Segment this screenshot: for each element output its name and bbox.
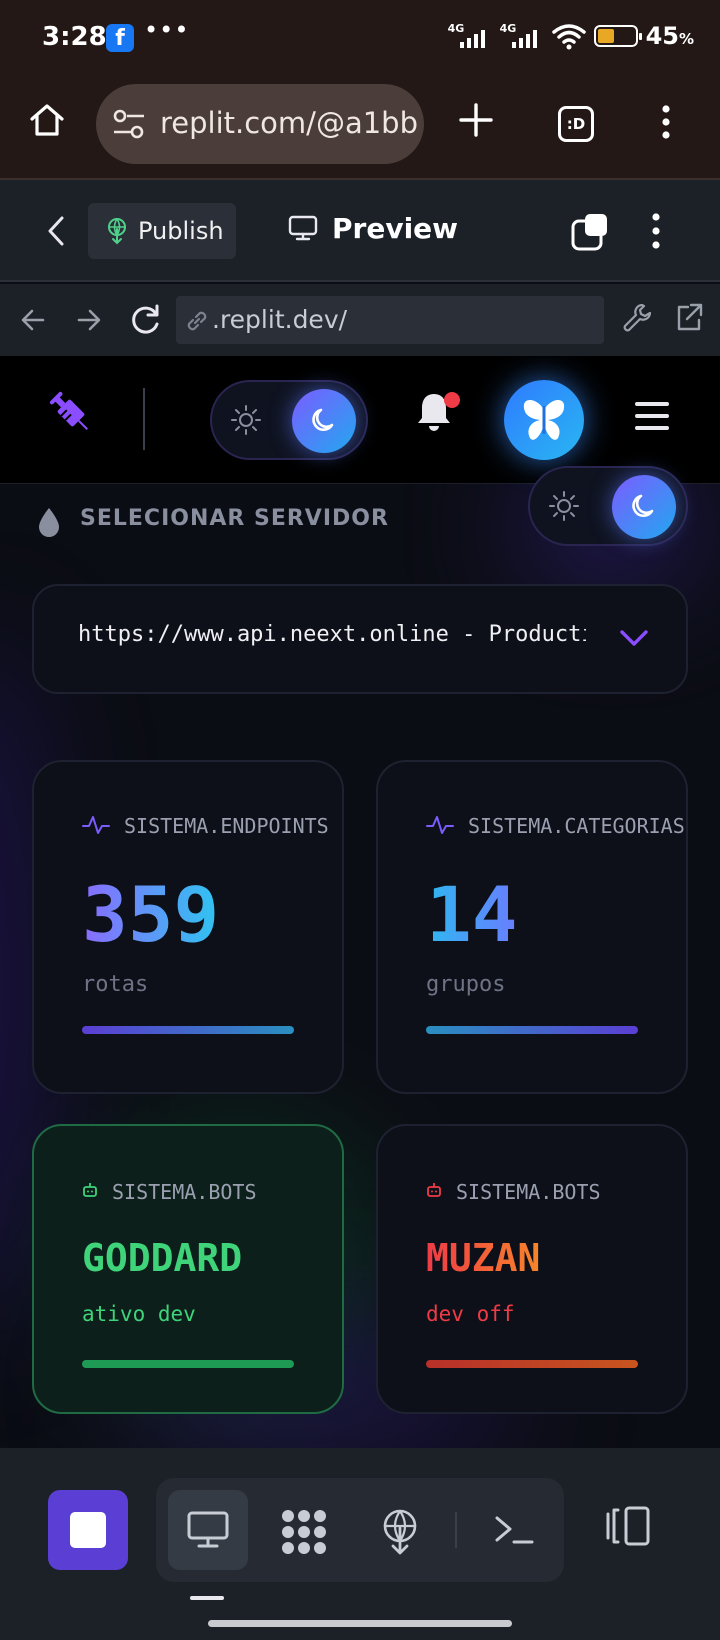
more-icon[interactable] (650, 212, 662, 250)
tab-switcher-button[interactable]: :D (558, 106, 594, 142)
browser-address-bar[interactable]: replit.com/@a1bb (96, 84, 424, 164)
status-bar: 3:28 f ••• 4G 4G 45% (0, 0, 720, 80)
publish-label: Publish (138, 217, 224, 245)
new-tab-icon[interactable] (458, 102, 494, 138)
chevron-down-icon (620, 630, 648, 646)
home-icon[interactable] (28, 102, 66, 138)
stat-value: 14 (426, 870, 518, 959)
link-icon (187, 311, 207, 331)
activity-icon (426, 816, 454, 834)
battery-icon (593, 25, 642, 47)
theme-toggle[interactable] (528, 466, 688, 546)
moon-icon (632, 494, 654, 517)
wifi-icon (551, 24, 586, 50)
notification-badge (444, 392, 460, 408)
divider (455, 1512, 457, 1548)
stat-unit: rotas (82, 972, 149, 997)
stop-icon (70, 1512, 106, 1548)
deploy-tool-button[interactable] (360, 1490, 440, 1570)
battery-percent: 45% (645, 22, 694, 50)
bot-status: ativo dev (82, 1302, 196, 1326)
more-icon[interactable] (660, 104, 672, 140)
webview-url-bar[interactable]: .replit.dev/ (176, 296, 604, 344)
app-navbar (0, 356, 720, 484)
menu-icon[interactable] (634, 400, 670, 432)
theme-toggle-knob (612, 475, 676, 539)
back-icon[interactable] (46, 216, 66, 246)
stat-card-endpoints: SISTEMA.ENDPOINTS 359 rotas (32, 760, 344, 1094)
shell-tool-button[interactable] (474, 1490, 554, 1570)
server-section-label: SELECIONAR SERVIDOR (80, 506, 389, 531)
stat-bar (426, 1026, 638, 1034)
cell-signal-icon: 4G (448, 22, 492, 50)
server-select[interactable]: https://www.api.neext.online - Productio… (32, 584, 688, 694)
deploy-icon (383, 1509, 417, 1555)
stat-card-categories: SISTEMA.CATEGORIAS 14 grupos (376, 760, 688, 1094)
stat-value: 359 (82, 870, 220, 959)
tune-icon[interactable] (112, 108, 146, 140)
window-icon[interactable] (570, 212, 610, 252)
stat-unit: grupos (426, 972, 506, 997)
bot-status: dev off (426, 1302, 515, 1326)
preview-tool-button[interactable] (168, 1490, 248, 1570)
butterfly-icon (523, 399, 565, 440)
more-notifications-icon: ••• (144, 16, 190, 44)
sidebar-icon[interactable] (604, 1504, 652, 1548)
theme-toggle-knob (292, 389, 356, 453)
bot-status-bar (426, 1360, 638, 1368)
server-select-value: https://www.api.neext.online - Productio… (78, 622, 586, 647)
monitor-icon (187, 1511, 229, 1548)
open-external-icon[interactable] (674, 302, 704, 334)
publish-icon (108, 218, 126, 245)
activity-icon (82, 816, 110, 834)
droplet-icon (39, 508, 59, 537)
arrow-right-icon[interactable] (76, 302, 102, 338)
preview-label: Preview (332, 212, 459, 245)
gesture-bar[interactable] (208, 1620, 512, 1627)
app-viewport: SELECIONAR SERVIDOR https://www.api.neex… (0, 356, 720, 1448)
moon-icon (312, 408, 334, 431)
sun-icon (231, 405, 261, 435)
bot-card-muzan: SISTEMA.BOTS MUZAN dev off (376, 1124, 688, 1414)
divider (143, 388, 145, 450)
webview-url: .replit.dev/ (212, 305, 348, 334)
sun-icon (549, 491, 579, 521)
bot-name: GODDARD (82, 1236, 243, 1280)
workflows-tool-button[interactable] (262, 1490, 342, 1570)
cell-signal-icon: 4G (500, 22, 544, 50)
bot-icon (427, 1183, 441, 1197)
theme-toggle[interactable] (210, 380, 368, 460)
reload-icon[interactable] (128, 302, 162, 338)
stat-bar (82, 1026, 294, 1034)
bot-status-bar (82, 1360, 294, 1368)
syringe-icon[interactable] (46, 388, 96, 438)
bot-card-goddard: SISTEMA.BOTS GODDARD ativo dev (32, 1124, 344, 1414)
active-tab-indicator (190, 1596, 224, 1600)
monitor-icon (288, 215, 318, 241)
facebook-notification-icon: f (106, 24, 134, 52)
browser-url: replit.com/@a1bb (160, 106, 418, 140)
terminal-icon (495, 1516, 534, 1544)
bot-name: MUZAN (426, 1236, 541, 1280)
preview-tab[interactable]: Preview (288, 212, 458, 246)
publish-button[interactable]: Publish (88, 203, 236, 259)
wrench-icon[interactable] (622, 302, 652, 334)
workflows-icon (282, 1510, 326, 1554)
arrow-left-icon[interactable] (20, 302, 46, 338)
bot-icon (83, 1183, 97, 1197)
stop-button[interactable] (48, 1490, 128, 1570)
avatar[interactable] (504, 380, 584, 460)
clock: 3:28 (42, 22, 107, 52)
